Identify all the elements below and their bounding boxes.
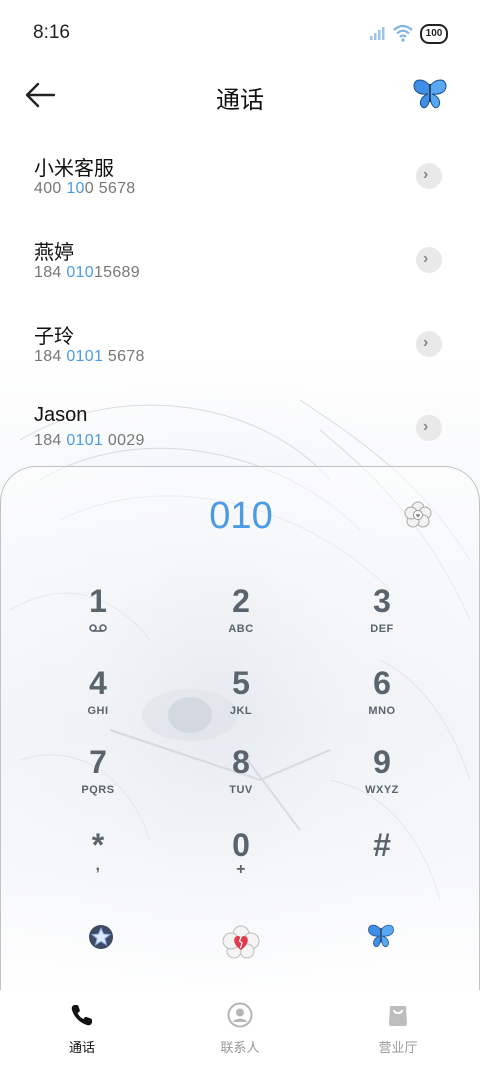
key-digit: 0	[232, 827, 250, 863]
tab-label: 营业厅	[378, 1040, 418, 1055]
chevron-right-icon[interactable]: ›	[416, 415, 442, 441]
chevron-right-icon[interactable]: ›	[416, 247, 442, 273]
key-letters: DEF	[370, 623, 394, 635]
contact-name: Jason	[34, 404, 88, 426]
dial-key-7[interactable]: 7 PQRS	[38, 744, 158, 814]
dial-key-9[interactable]: 9 WXYZ	[322, 744, 442, 814]
dial-key-8[interactable]: 8 TUV	[181, 744, 301, 814]
dial-key-4[interactable]: 4 GHI	[38, 665, 158, 735]
contact-row[interactable]: 子玲 184 0101 5678 ›	[0, 302, 480, 386]
chevron-right-icon[interactable]: ›	[416, 163, 442, 189]
contact-name: 燕婷	[34, 242, 74, 264]
key-digit: 3	[373, 583, 391, 619]
key-letters: WXYZ	[365, 784, 399, 796]
bottom-navigation: 通话 联系人 营业厅	[0, 990, 480, 1067]
dial-key-hash[interactable]: #	[322, 827, 442, 897]
contact-number: 184 0101 5678	[34, 348, 145, 365]
app-header: 通话	[0, 68, 480, 124]
butterfly-icon[interactable]	[412, 78, 448, 115]
butterfly-icon[interactable]	[367, 923, 395, 954]
dial-key-2[interactable]: 2 ABC	[181, 583, 301, 653]
key-digit: #	[373, 827, 391, 863]
contact-row[interactable]: Jason 184 0101 0029 ›	[0, 386, 480, 470]
dial-key-6[interactable]: 6 MNO	[322, 665, 442, 735]
contact-name: 小米客服	[34, 158, 114, 180]
key-letters: GHI	[87, 705, 109, 717]
key-letters: ABC	[228, 623, 254, 635]
key-digit: 8	[232, 744, 250, 780]
chevron-right-icon[interactable]: ›	[416, 331, 442, 357]
key-digit: 9	[373, 744, 391, 780]
tab-label: 联系人	[220, 1040, 260, 1055]
status-time: 8:16	[33, 22, 70, 43]
key-letters: MNO	[368, 705, 396, 717]
star-icon[interactable]	[87, 923, 115, 956]
key-digit: 6	[373, 665, 391, 701]
tab-contacts[interactable]: 联系人	[180, 1002, 300, 1056]
status-bar: 8:16 100	[0, 0, 480, 68]
contact-row[interactable]: 小米客服 400 100 5678 ›	[0, 134, 480, 218]
key-digit: 7	[89, 744, 107, 780]
dial-key-3[interactable]: 3 DEF	[322, 583, 442, 653]
person-icon	[180, 1002, 300, 1033]
tab-label: 通话	[68, 1040, 95, 1055]
voicemail-icon	[38, 623, 158, 636]
contact-number: 184 0101 0029	[34, 432, 145, 449]
cell-signal-icon	[370, 26, 386, 45]
key-digit: 1	[89, 583, 107, 619]
key-letters: ,	[95, 857, 101, 874]
dialpad-panel: 010 1 2 ABC 3 DEF 4 GHI 5 JKL 6 MNO 7 PQ…	[0, 466, 480, 990]
dial-key-1[interactable]: 1	[38, 583, 158, 653]
tab-calls[interactable]: 通话	[22, 1002, 142, 1056]
phone-icon	[22, 1002, 142, 1033]
contact-number: 400 100 5678	[34, 180, 136, 197]
contact-row[interactable]: 燕婷 184 01015689 ›	[0, 218, 480, 302]
page-title: 通话	[216, 87, 264, 114]
key-letters: PQRS	[81, 784, 115, 796]
heart-call-icon[interactable]	[222, 925, 260, 964]
battery-indicator: 100	[420, 24, 448, 44]
dial-key-star[interactable]: * ,	[38, 827, 158, 897]
wifi-icon	[393, 24, 413, 47]
key-digit: 2	[232, 583, 250, 619]
contact-name: 子玲	[34, 326, 74, 348]
dial-key-0[interactable]: 0 +	[181, 827, 301, 897]
dial-key-5[interactable]: 5 JKL	[181, 665, 301, 735]
shop-icon	[338, 1002, 458, 1033]
key-letters: JKL	[229, 705, 253, 717]
contact-number: 184 01015689	[34, 264, 140, 281]
flower-clear-icon[interactable]	[404, 501, 432, 529]
key-digit: 4	[89, 665, 107, 701]
key-letters: +	[236, 861, 246, 878]
key-letters: TUV	[229, 784, 253, 796]
key-digit: 5	[232, 665, 250, 701]
tab-service-hall[interactable]: 营业厅	[338, 1002, 458, 1056]
